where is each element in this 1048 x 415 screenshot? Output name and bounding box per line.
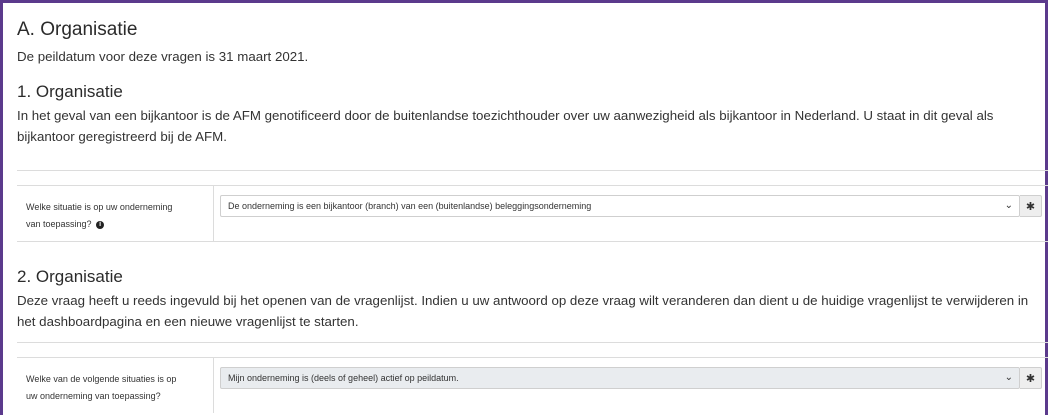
info-icon[interactable]: i: [96, 220, 105, 229]
section-intro: De peildatum voor deze vragen is 31 maar…: [17, 49, 309, 64]
question-2-content: 2. Organisatie Deze vraag heeft u reeds …: [17, 266, 1048, 332]
chevron-down-icon: ⌄: [1004, 372, 1013, 383]
question-1-label: Welke situatie is op uw onderneming van …: [17, 186, 214, 241]
activity-select-value: Mijn onderneming is (deels of geheel) ac…: [228, 373, 459, 383]
question-1-label-line2: van toepassing?: [26, 219, 92, 229]
chevron-down-icon: ⌄: [1004, 200, 1013, 211]
situation-select-value: De onderneming is een bijkantoor (branch…: [228, 201, 592, 211]
question-2-label-line2: uw onderneming van toepassing?: [26, 391, 161, 401]
required-asterisk-icon: ✱: [1020, 195, 1042, 217]
question-1-row: Welke situatie is op uw onderneming van …: [17, 170, 1048, 242]
question-2-field: Mijn onderneming is (deels of geheel) ac…: [214, 358, 1048, 413]
row-header: [17, 343, 1048, 358]
question-2-text: Deze vraag heeft u reeds ingevuld bij he…: [17, 293, 1029, 329]
question-2-title: 2. Organisatie: [17, 267, 123, 286]
section-title: A. Organisatie: [17, 19, 138, 40]
question-2-label-line1: Welke van de volgende situaties is op: [26, 374, 177, 384]
question-1-text: In het geval van een bijkantoor is de AF…: [17, 108, 994, 144]
activity-select[interactable]: Mijn onderneming is (deels of geheel) ac…: [220, 367, 1020, 389]
questionnaire-content: A. Organisatie De peildatum voor deze vr…: [17, 18, 1048, 147]
question-1-label-line1: Welke situatie is op uw onderneming: [26, 202, 173, 212]
question-2-label: Welke van de volgende situaties is op uw…: [17, 358, 214, 413]
required-asterisk-icon: ✱: [1020, 367, 1042, 389]
row-header: [17, 171, 1048, 186]
situation-select[interactable]: De onderneming is een bijkantoor (branch…: [220, 195, 1020, 217]
question-1-title: 1. Organisatie: [17, 82, 123, 101]
question-1-field: De onderneming is een bijkantoor (branch…: [214, 186, 1048, 241]
question-2-row: Welke van de volgende situaties is op uw…: [17, 342, 1048, 413]
